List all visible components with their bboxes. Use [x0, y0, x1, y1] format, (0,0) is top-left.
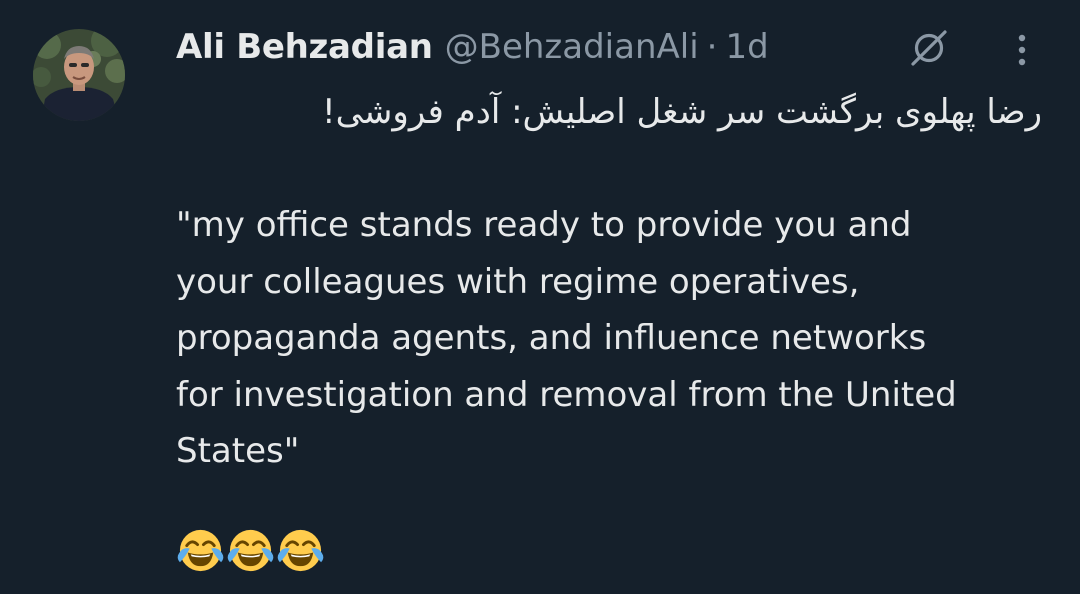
more-icon[interactable] — [1010, 30, 1034, 70]
quote-line: for investigation and removal from the U… — [176, 374, 957, 415]
author-name[interactable]: Ali Behzadian — [176, 27, 433, 67]
face-with-tears-of-joy-icon — [177, 529, 224, 571]
separator-dot: · — [706, 27, 718, 67]
tweet-header: Ali Behzadian @BehzadianAli · 1d — [176, 24, 769, 70]
emoji-row — [176, 525, 326, 575]
grok-icon[interactable] — [907, 26, 951, 70]
quote-line: your colleagues with regime operatives, — [176, 261, 860, 302]
author-handle[interactable]: @BehzadianAli — [445, 27, 699, 67]
avatar[interactable] — [33, 29, 125, 121]
quote-line: States" — [176, 431, 300, 471]
face-with-tears-of-joy-icon — [277, 529, 324, 571]
face-with-tears-of-joy-icon — [227, 529, 274, 571]
timestamp[interactable]: 1d — [725, 27, 768, 67]
persian-text: رضا پهلوی برگشت سر شغل اصلیش: آدم فروشی! — [321, 92, 1042, 132]
quote-line: propaganda agents, and influence network… — [176, 318, 927, 358]
tweet-text: رضا پهلوی برگشت سر شغل اصلیش: آدم فروشی!… — [176, 84, 1056, 480]
quote-line: "my office stands ready to provide you a… — [176, 205, 912, 245]
